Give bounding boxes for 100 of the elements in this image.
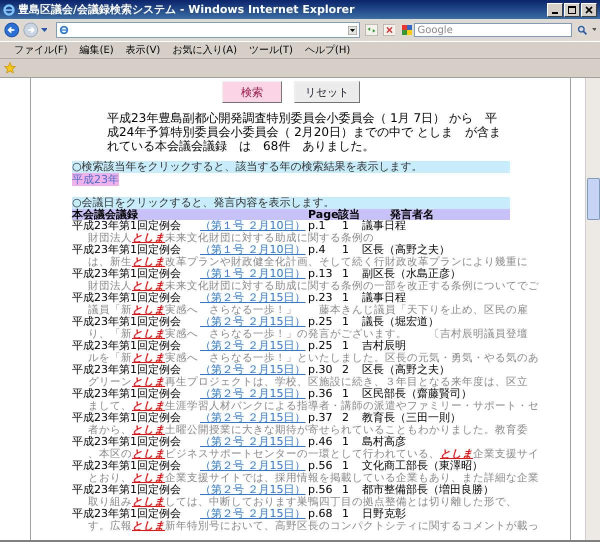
column-header: Page [308,209,338,220]
dropdown-arrow-icon[interactable] [348,26,357,34]
table-cell-text: 議長（堀宏道） [361,316,439,328]
date-link[interactable]: （第１号 ２月10日） [200,244,308,256]
date-link[interactable]: （第２号 ２月15日） [200,292,308,304]
date-link[interactable]: （第２号 ２月15日） [200,412,308,424]
table-cell-text: 都市整備部長（増田良勝） [361,484,494,496]
table-cell-text: 教育長（三田一則） [361,412,461,424]
table-cell-text: 1 [342,484,350,496]
table-cell-text: 1 [342,340,350,352]
table-cell-text: p.4 [308,244,326,256]
table-cell-text: 平成23年第1回定例会 [72,436,182,448]
date-link[interactable]: （第２号 ２月15日） [200,460,308,472]
menu-item[interactable]: ファイル(F) [8,43,74,57]
excerpt-text: 議員「新としま実感へ さらなる一歩！」 藤本きんじ議員「天下りを止め、区民の雇 [87,304,529,316]
stop-icon[interactable] [382,23,396,37]
table-cell-text: 文化商工部長（東澤昭） [361,460,483,472]
table-cell-text: 1 [342,436,350,448]
menu-item[interactable]: 編集(E) [74,43,120,57]
table-cell-text: p.46 [308,436,334,448]
maximize-button[interactable] [564,2,580,16]
date-link[interactable]: （第２号 ２月15日） [200,364,308,376]
table-cell-text: 平成23年第1回定例会 [72,412,182,424]
table-cell-text: 副区長（水島正彦） [361,268,461,280]
table-cell-text: 1 [342,268,350,280]
close-button[interactable] [581,2,597,16]
menu-item[interactable]: ツール(T) [243,43,299,57]
table-cell-text: p.68 [308,508,334,520]
year-link[interactable]: 平成23年 [72,173,119,186]
address-field[interactable] [56,22,360,38]
date-link[interactable]: （第２号 ２月15日） [200,436,308,448]
table-cell-text: p.23 [308,292,334,304]
excerpt-text: 財団法人としま未来文化財団に対する助成に関する条例の [87,232,375,244]
table-cell-text: 1 [342,292,350,304]
table-cell-text: p.30 [308,364,334,376]
menu-item[interactable]: 表示(V) [120,43,166,57]
date-link[interactable]: （第１号 ２月10日） [200,268,308,280]
page-icon [59,25,70,35]
table-cell-text: 平成23年第1回定例会 [72,316,182,328]
table-cell-text: 平成23年第1回定例会 [72,220,182,232]
table-cell-text: 1 [342,316,350,328]
table-cell-text: 1 [342,460,350,472]
table-cell-text: 日野克彰 [361,508,406,520]
table-cell-text: p.25 [308,316,334,328]
maximize-icon [568,6,576,14]
excerpt-text: り、「新としま実感へ さらなる一歩！」の発言がございます。 〔吉村辰明議員登壇 [87,328,529,340]
scrollbar-thumb[interactable] [587,178,600,220]
table-cell-text: 平成23年第1回定例会 [72,268,182,280]
excerpt-text: 取り組みとしましては、中断しております巣鴨四丁目の拠点整備とは切り離した形で、 [87,496,518,508]
table-cell-text: p.56 [308,484,334,496]
column-header: 該当 [338,209,361,220]
excerpt-text: 者から、としま土曜公開授業に大きな期待が寄せられていることもわかりました。教育委 [87,424,529,436]
date-link[interactable]: （第２号 ２月15日） [200,340,308,352]
window-title: 豊島区議会/会議録検索システム - Windows Internet Explorer [18,2,355,17]
browser-logo-icon [3,4,15,16]
date-link[interactable]: （第２号 ２月15日） [200,508,308,520]
star-icon[interactable] [4,62,16,74]
minimize-button[interactable] [547,2,563,16]
menu-item[interactable]: ヘルプ(H) [298,43,356,57]
table-cell-text: 1 [342,220,349,232]
table-cell-text: 島村高彦 [361,436,406,448]
refresh-icon[interactable] [364,23,378,37]
date-link[interactable]: （第２号 ２月15日） [200,316,308,328]
close-icon [585,6,593,14]
table-cell-text: 平成23年第1回定例会 [72,484,182,496]
excerpt-text: は、新生としま改革プランや財政健全化計画、そして続く行財政改革プランにより幾重に [88,256,529,268]
excerpt-text: とおり、としま企業支援サイトでは、採用情報を掲載している企業もあり、また詳細な企業 [87,472,540,484]
excerpt-text: まして、としま生涯学習人材バンクによる指導者・講師の派遣やファミリー・サポート・セ [87,400,540,412]
reset-button[interactable]: リセット [294,81,360,103]
table-cell-text: 平成23年第1回定例会 [72,244,182,256]
search-provider-icon [402,25,412,35]
search-icon[interactable] [577,24,589,36]
table-cell-text: 2 [342,412,350,424]
column-header: 発言者名 [390,209,434,220]
table-cell-text: p.25 [308,340,334,352]
excerpt-text: グリーンとしま再生プロジェクトは、学校、区施設に続き、３年目となる来年度は、区立 [87,376,529,388]
table-cell-text: 1 [342,244,350,256]
table-cell-text: 2 [342,364,350,376]
date-link[interactable]: （第２号 ２月15日） [200,484,308,496]
table-cell-text: 吉村辰明 [361,340,406,352]
back-icon[interactable] [4,21,20,39]
date-link[interactable]: （第１号 ２月10日） [200,220,308,232]
table-cell-text: 議事日程 [361,292,406,304]
scrollbar[interactable] [585,78,600,540]
table-cell-text: p.56 [308,460,334,472]
table-cell-text: 平成23年第1回定例会 [72,460,182,472]
table-cell-text: 平成23年第1回定例会 [72,508,182,520]
table-cell-text: 区長（高野之夫） [361,364,450,376]
search-field[interactable]: Google [414,23,572,37]
excerpt-text: 、本区のとしまビジネスサポートセンターの一環として行われている、としま企業支援サイ [87,448,540,460]
date-link[interactable]: （第２号 ２月15日） [200,388,308,400]
instruction-text: ○検索該当年をクリックすると、該当する年の検索結果を表示します。 [72,161,510,173]
table-cell-text: 平成23年第1回定例会 [72,364,182,376]
table-cell-text: 議事日程 [362,220,406,232]
table-cell-text: p.36 [308,388,334,400]
table-cell-text: 平成23年第1回定例会 [72,388,182,400]
search-button[interactable]: 検索 [222,81,282,103]
column-header: 本会議会議録 [72,209,138,220]
table-cell-text: 1 [342,508,350,520]
menu-item[interactable]: お気に入り(A) [166,43,243,57]
